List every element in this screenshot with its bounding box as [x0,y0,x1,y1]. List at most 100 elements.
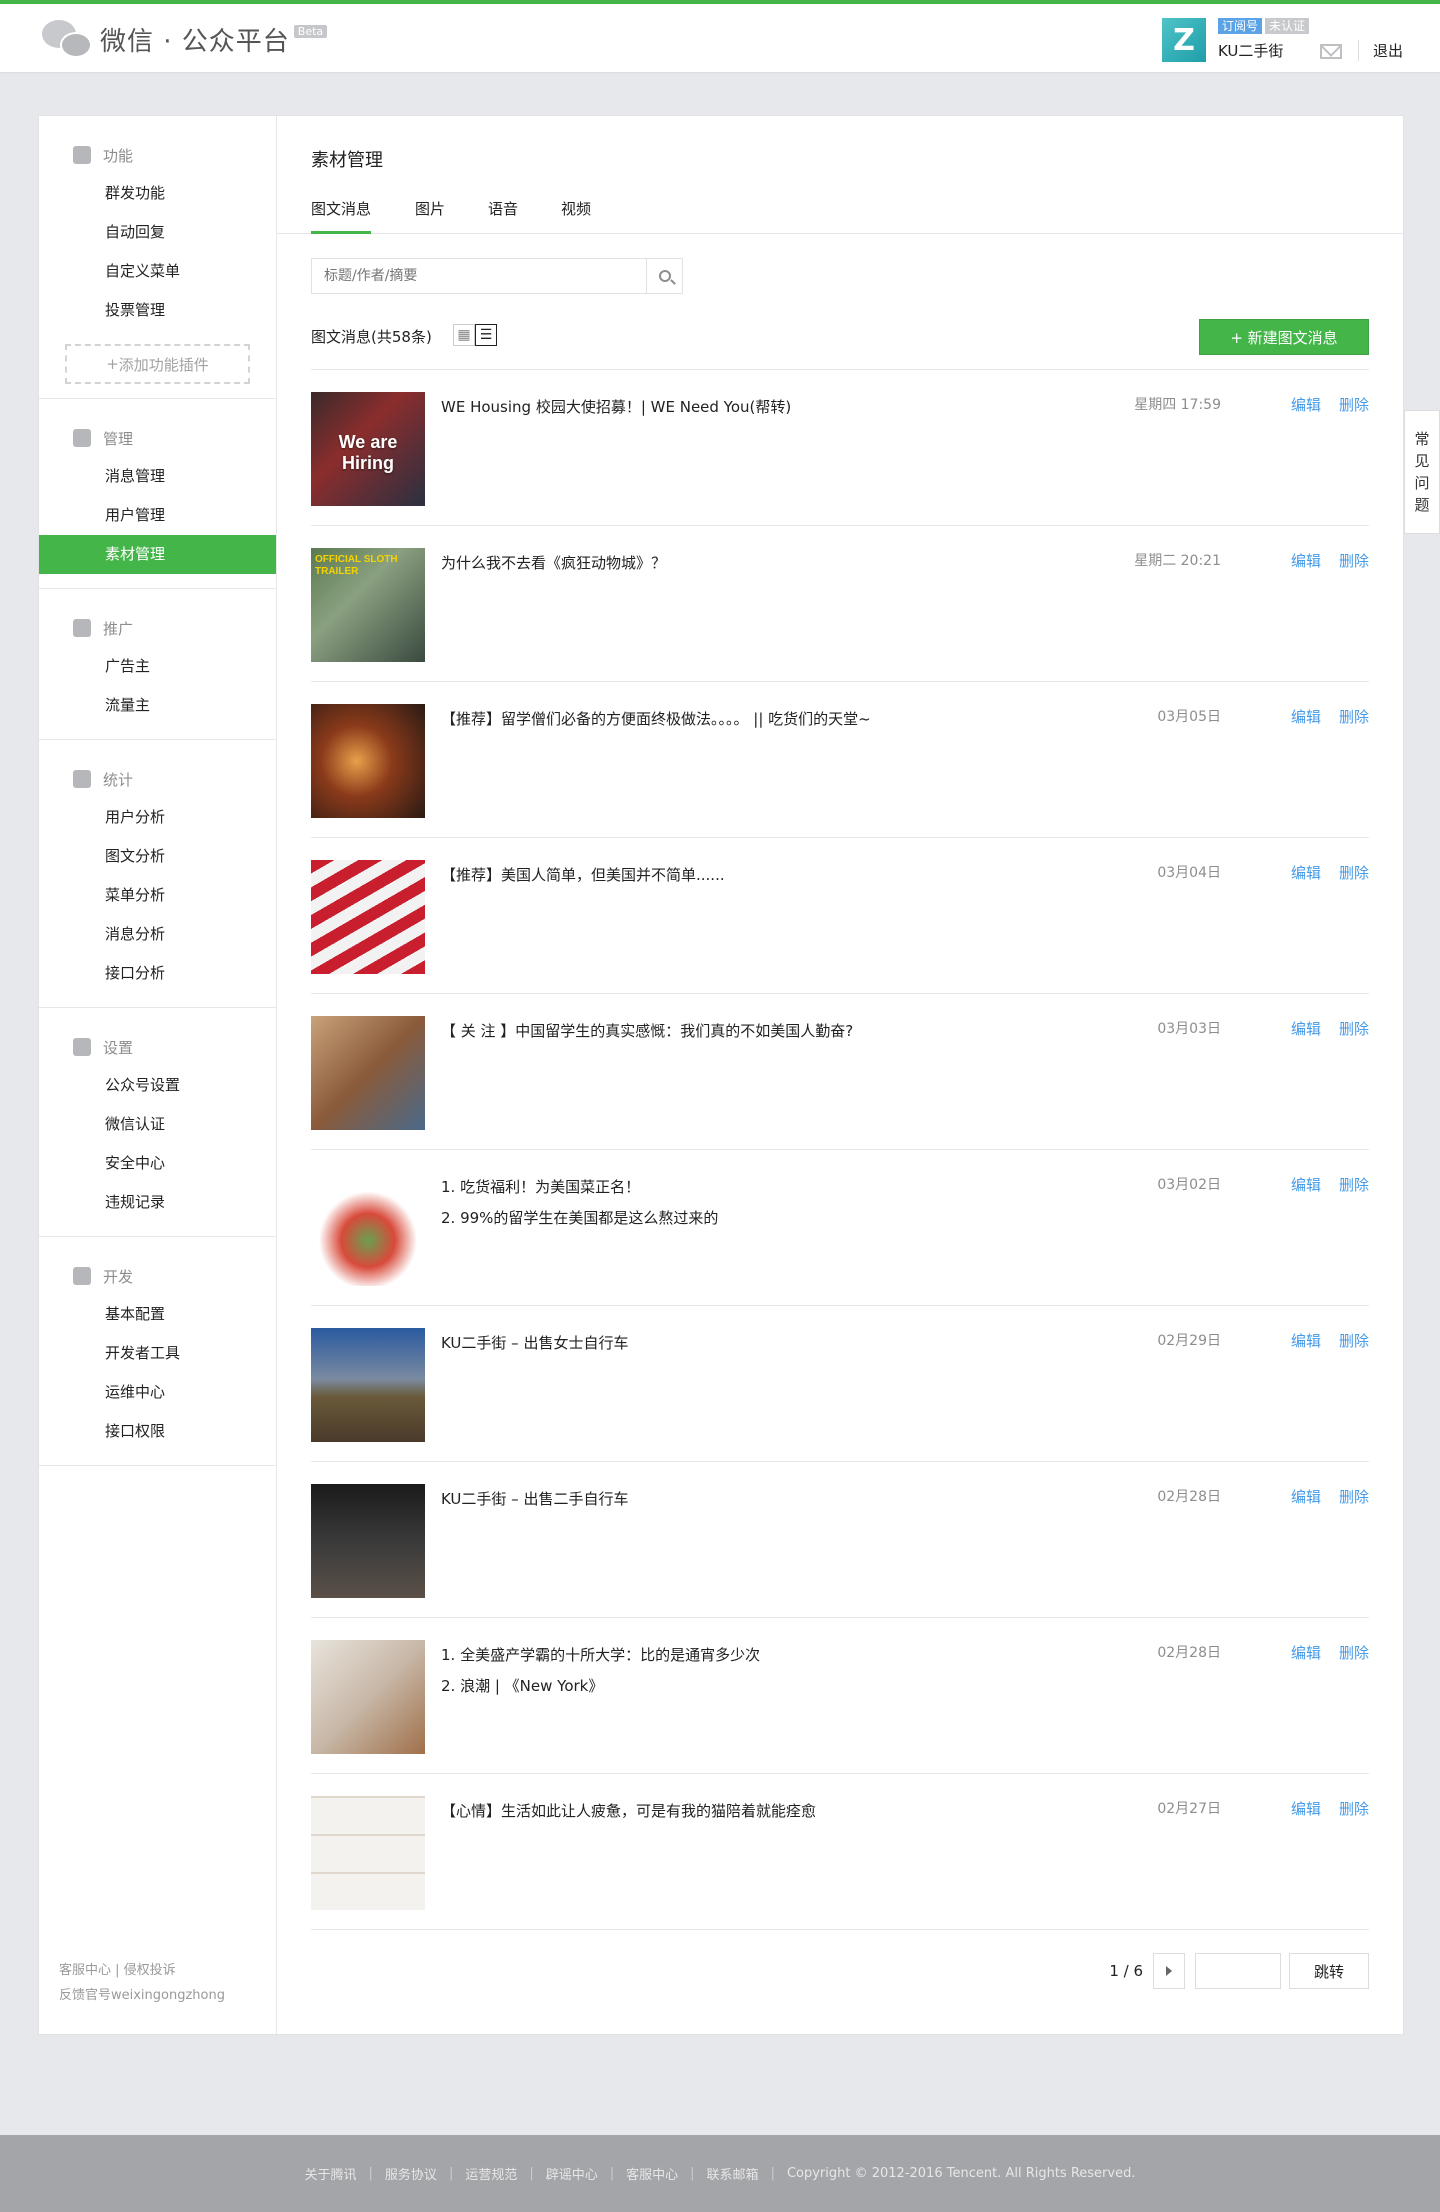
account-name[interactable]: KU二手街 [1218,40,1309,61]
edit-link[interactable]: 编辑 [1291,1642,1321,1663]
edit-link[interactable]: 编辑 [1291,394,1321,415]
footer-link[interactable]: 辟谣中心 [546,2164,598,2183]
footer-link[interactable]: 服务协议 [385,2164,437,2183]
nav-section: 统计 用户分析 图文分析 菜单分析 消息分析 接口分析 [39,740,276,1008]
sidebar-item[interactable]: 消息分析 [39,915,276,954]
sidebar-item[interactable]: 违规记录 [39,1183,276,1222]
faq-tab[interactable]: 常 见 问 题 [1404,410,1440,534]
logout-link[interactable]: 退出 [1358,40,1403,61]
tab-images[interactable]: 图片 [415,194,445,234]
new-article-button[interactable]: + 新建图文消息 [1199,319,1369,355]
sidebar-item[interactable]: 接口权限 [39,1412,276,1451]
article-thumbnail[interactable] [311,1484,425,1598]
delete-link[interactable]: 删除 [1339,1174,1369,1195]
article-titles: 1. 吃货福利！为美国菜正名！ 2. 99%的留学生在美国都是这么熬过来的 [441,1172,1081,1234]
sidebar-item[interactable]: 素材管理 [39,535,276,574]
sidebar-item[interactable]: 公众号设置 [39,1066,276,1105]
article-title[interactable]: 1. 全美盛产学霸的十所大学：比的是通宵多少次 [441,1640,1081,1671]
article-title[interactable]: WE Housing 校园大使招募！| WE Need You(帮转) [441,392,1081,423]
article-thumbnail[interactable] [311,1328,425,1442]
footer-link[interactable]: 联系邮箱 [707,2164,759,2183]
list-view-icon[interactable]: ☰ [475,324,497,346]
edit-link[interactable]: 编辑 [1291,1798,1321,1819]
sidebar-item[interactable]: 图文分析 [39,837,276,876]
delete-link[interactable]: 删除 [1339,394,1369,415]
mail-icon[interactable] [1320,44,1342,59]
article-titles: 【推荐】留学僧们必备的方便面终极做法。。。。 || 吃货们的天堂~ [441,704,1081,735]
tab-news[interactable]: 图文消息 [311,194,372,234]
chevron-right-icon [1166,1966,1172,1976]
grid-view-icon[interactable]: ▦ [453,324,475,346]
sidebar-item[interactable]: 消息管理 [39,457,276,496]
article-thumbnail[interactable] [311,1640,425,1754]
account-info[interactable]: Z 订阅号 未认证 KU二手街 [1162,18,1310,62]
edit-link[interactable]: 编辑 [1291,1330,1321,1351]
article-thumbnail[interactable] [311,1016,425,1130]
avatar[interactable]: Z [1162,18,1206,62]
article-thumbnail[interactable] [311,1172,425,1286]
article-title[interactable]: 2. 99%的留学生在美国都是这么熬过来的 [441,1203,1081,1234]
article-row: 【 关 注 】中国留学生的真实感慨：我们真的不如美国人勤奋? 03月03日 编辑 删除 [311,994,1369,1150]
sidebar-item[interactable]: 自动回复 [39,213,276,252]
footer-link[interactable]: 客服中心 [626,2164,678,2183]
delete-link[interactable]: 删除 [1339,706,1369,727]
tab-video[interactable]: 视频 [561,194,591,234]
page-jump-input[interactable] [1195,1953,1281,1989]
sidebar-item[interactable]: 开发者工具 [39,1334,276,1373]
article-title[interactable]: 【推荐】留学僧们必备的方便面终极做法。。。。 || 吃货们的天堂~ [441,704,1081,735]
sidebar-item[interactable]: 菜单分析 [39,876,276,915]
sidebar-item[interactable]: 基本配置 [39,1295,276,1334]
article-thumbnail[interactable]: We are Hiring [311,392,425,506]
article-title[interactable]: 【心情】生活如此让人疲惫，可是有我的猫陪着就能痊愈 [441,1796,1081,1827]
sidebar-item[interactable]: 自定义菜单 [39,252,276,291]
sidebar-item[interactable]: 投票管理 [39,291,276,330]
article-title[interactable]: 【 关 注 】中国留学生的真实感慨：我们真的不如美国人勤奋? [441,1016,1081,1047]
search-input[interactable] [312,259,646,293]
tab-voice[interactable]: 语音 [488,194,518,234]
sidebar-item[interactable]: 用户管理 [39,496,276,535]
sidebar-footer: 客服中心 | 侵权投诉 反馈官号weixingongzhong [59,1958,225,2008]
edit-link[interactable]: 编辑 [1291,1486,1321,1507]
edit-link[interactable]: 编辑 [1291,550,1321,571]
article-title[interactable]: 1. 吃货福利！为美国菜正名！ [441,1172,1081,1203]
edit-link[interactable]: 编辑 [1291,1018,1321,1039]
sidebar-item[interactable]: 运维中心 [39,1373,276,1412]
sidebar-item[interactable]: 微信认证 [39,1105,276,1144]
article-title[interactable]: KU二手街 – 出售二手自行车 [441,1484,1081,1515]
delete-link[interactable]: 删除 [1339,862,1369,883]
article-thumbnail[interactable] [311,704,425,818]
sidebar-item[interactable]: 群发功能 [39,174,276,213]
article-row: 【推荐】留学僧们必备的方便面终极做法。。。。 || 吃货们的天堂~ 03月05日 编… [311,682,1369,838]
sidebar-item[interactable]: 安全中心 [39,1144,276,1183]
edit-link[interactable]: 编辑 [1291,706,1321,727]
delete-link[interactable]: 删除 [1339,1018,1369,1039]
edit-link[interactable]: 编辑 [1291,862,1321,883]
search-button[interactable] [646,259,682,293]
sidebar-item[interactable]: 接口分析 [39,954,276,993]
sidebar-item[interactable]: 流量主 [39,686,276,725]
footer-link[interactable]: 运营规范 [465,2164,517,2183]
article-title[interactable]: KU二手街 – 出售女士自行车 [441,1328,1081,1359]
delete-link[interactable]: 删除 [1339,1330,1369,1351]
article-title[interactable]: 2. 浪潮 | 《New York》 [441,1671,1081,1702]
delete-link[interactable]: 删除 [1339,1486,1369,1507]
article-thumbnail[interactable] [311,860,425,974]
sidebar-item[interactable]: 广告主 [39,647,276,686]
article-thumbnail[interactable]: OFFICIAL SLOTH TRAILER [311,548,425,662]
verification-badge[interactable]: 未认证 [1265,18,1310,34]
nav-section-header: 设置 [39,1028,276,1066]
edit-link[interactable]: 编辑 [1291,1174,1321,1195]
support-links[interactable]: 客服中心 | 侵权投诉 [59,1958,225,1983]
article-title[interactable]: 为什么我不去看《疯狂动物城》？ [441,548,1081,579]
next-page-button[interactable] [1153,1953,1185,1989]
delete-link[interactable]: 删除 [1339,550,1369,571]
article-title[interactable]: 【推荐】美国人简单，但美国并不简单...... [441,860,1081,891]
delete-link[interactable]: 删除 [1339,1798,1369,1819]
footer-link[interactable]: 关于腾讯 [305,2164,357,2183]
page-jump-button[interactable]: 跳转 [1289,1953,1369,1989]
wechat-logo[interactable]: 微信 · 公众平台 Beta [42,18,328,60]
article-thumbnail[interactable] [311,1796,425,1910]
delete-link[interactable]: 删除 [1339,1642,1369,1663]
sidebar-item[interactable]: 用户分析 [39,798,276,837]
add-plugin-button[interactable]: + 添加功能插件 [65,344,250,384]
